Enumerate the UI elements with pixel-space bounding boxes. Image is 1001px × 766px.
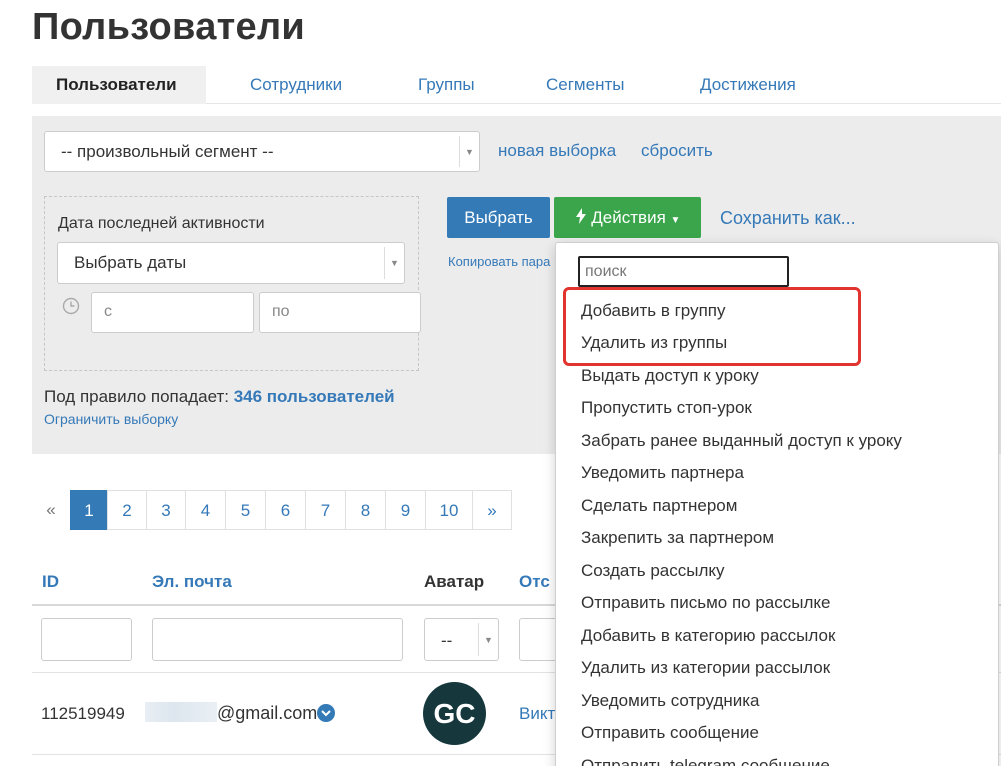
source-filter-input[interactable] (519, 618, 559, 661)
menu-item-assign-to-partner[interactable]: Закрепить за партнером (581, 528, 774, 548)
page-title: Пользователи (32, 6, 306, 48)
pagination-page-1[interactable]: 1 (70, 490, 108, 530)
column-header-source[interactable]: Отс (519, 572, 550, 592)
reset-link[interactable]: сбросить (641, 141, 713, 161)
segment-select-value: -- произвольный сегмент -- (61, 142, 274, 161)
pagination-page-2[interactable]: 2 (107, 490, 147, 530)
menu-item-remove-mailing-category[interactable]: Удалить из категории рассылок (581, 658, 830, 678)
date-from-input[interactable]: с (91, 292, 254, 333)
match-summary: Под правило попадает: 346 пользователей (44, 387, 395, 407)
avatar-filter-select[interactable]: -- ▼ (424, 618, 499, 661)
menu-item-send-message[interactable]: Отправить сообщение (581, 723, 759, 743)
menu-item-add-mailing-category[interactable]: Добавить в категорию рассылок (581, 626, 835, 646)
match-count[interactable]: 346 пользователей (234, 387, 395, 406)
chevron-down-icon[interactable] (317, 704, 335, 722)
actions-button-label: Действия (591, 208, 666, 227)
column-header-id[interactable]: ID (42, 572, 59, 592)
date-range-select-value: Выбрать даты (74, 253, 187, 272)
user-source-link[interactable]: Викт (519, 704, 555, 724)
menu-item-revoke-lesson-access[interactable]: Забрать ранее выданный доступ к уроку (581, 431, 902, 451)
menu-item-send-telegram-message[interactable]: Отправить telegram сообщение (581, 756, 830, 766)
avatar: GC (423, 682, 486, 745)
save-as-link[interactable]: Сохранить как... (720, 208, 856, 229)
segment-select[interactable]: -- произвольный сегмент -- ▼ (44, 131, 480, 172)
chevron-down-icon: ▼ (459, 136, 479, 167)
caret-down-icon: ▼ (670, 215, 681, 226)
pagination-page-5[interactable]: 5 (225, 490, 266, 530)
pagination-page-6[interactable]: 6 (265, 490, 306, 530)
email-filter-input[interactable] (152, 618, 403, 661)
actions-dropdown-menu: поиск Добавить в группу Удалить из групп… (555, 242, 999, 766)
user-id: 112519949 (41, 704, 125, 723)
date-to-input[interactable]: по (259, 292, 421, 333)
menu-item-add-to-group[interactable]: Добавить в группу (581, 301, 725, 321)
date-range-select[interactable]: Выбрать даты ▼ (57, 242, 405, 284)
chevron-down-icon: ▼ (478, 623, 498, 656)
menu-item-remove-from-group[interactable]: Удалить из группы (581, 333, 727, 353)
pagination-page-3[interactable]: 3 (146, 490, 186, 530)
tab-achievements[interactable]: Достижения (700, 66, 796, 104)
user-email[interactable]: @gmail.com (217, 703, 317, 724)
pagination-page-10[interactable]: 10 (425, 490, 473, 530)
dropdown-search-input[interactable]: поиск (578, 256, 789, 287)
tab-segments[interactable]: Сегменты (546, 66, 624, 104)
pagination-page-8[interactable]: 8 (345, 490, 386, 530)
menu-item-skip-stop-lesson[interactable]: Пропустить стоп-урок (581, 398, 752, 418)
column-header-email[interactable]: Эл. почта (152, 572, 232, 592)
menu-item-send-mailing-letter[interactable]: Отправить письмо по рассылке (581, 593, 830, 613)
date-rule-label: Дата последней активности (58, 215, 265, 232)
pagination-next[interactable]: » (472, 490, 512, 530)
menu-item-grant-lesson-access[interactable]: Выдать доступ к уроку (581, 366, 759, 386)
avatar-filter-value: -- (441, 631, 453, 650)
menu-item-notify-partner[interactable]: Уведомить партнера (581, 463, 744, 483)
limit-selection-link[interactable]: Ограничить выборку (44, 411, 178, 427)
new-selection-link[interactable]: новая выборка (498, 141, 616, 161)
tab-employees[interactable]: Сотрудники (250, 66, 342, 104)
menu-item-notify-employee[interactable]: Уведомить сотрудника (581, 691, 760, 711)
match-label: Под правило попадает: (44, 387, 229, 406)
menu-item-make-partner[interactable]: Сделать партнером (581, 496, 737, 516)
select-button[interactable]: Выбрать (447, 197, 550, 238)
id-filter-input[interactable] (41, 618, 132, 661)
copy-params-link[interactable]: Копировать пара (448, 254, 556, 269)
actions-button[interactable]: Действия ▼ (554, 197, 701, 238)
pagination-page-9[interactable]: 9 (385, 490, 426, 530)
tab-bar: Пользователи Сотрудники Группы Сегменты … (32, 66, 1001, 104)
pagination-page-7[interactable]: 7 (305, 490, 346, 530)
email-redacted-blur (145, 702, 217, 722)
pagination-prev[interactable]: « (32, 490, 70, 530)
pagination-page-4[interactable]: 4 (185, 490, 226, 530)
menu-item-create-mailing[interactable]: Создать рассылку (581, 561, 725, 581)
tab-groups[interactable]: Группы (418, 66, 475, 104)
column-header-avatar: Аватар (424, 572, 485, 591)
tab-users[interactable]: Пользователи (32, 66, 206, 104)
chevron-down-icon: ▼ (384, 247, 404, 279)
lightning-icon (575, 198, 587, 239)
clock-icon (62, 297, 80, 315)
